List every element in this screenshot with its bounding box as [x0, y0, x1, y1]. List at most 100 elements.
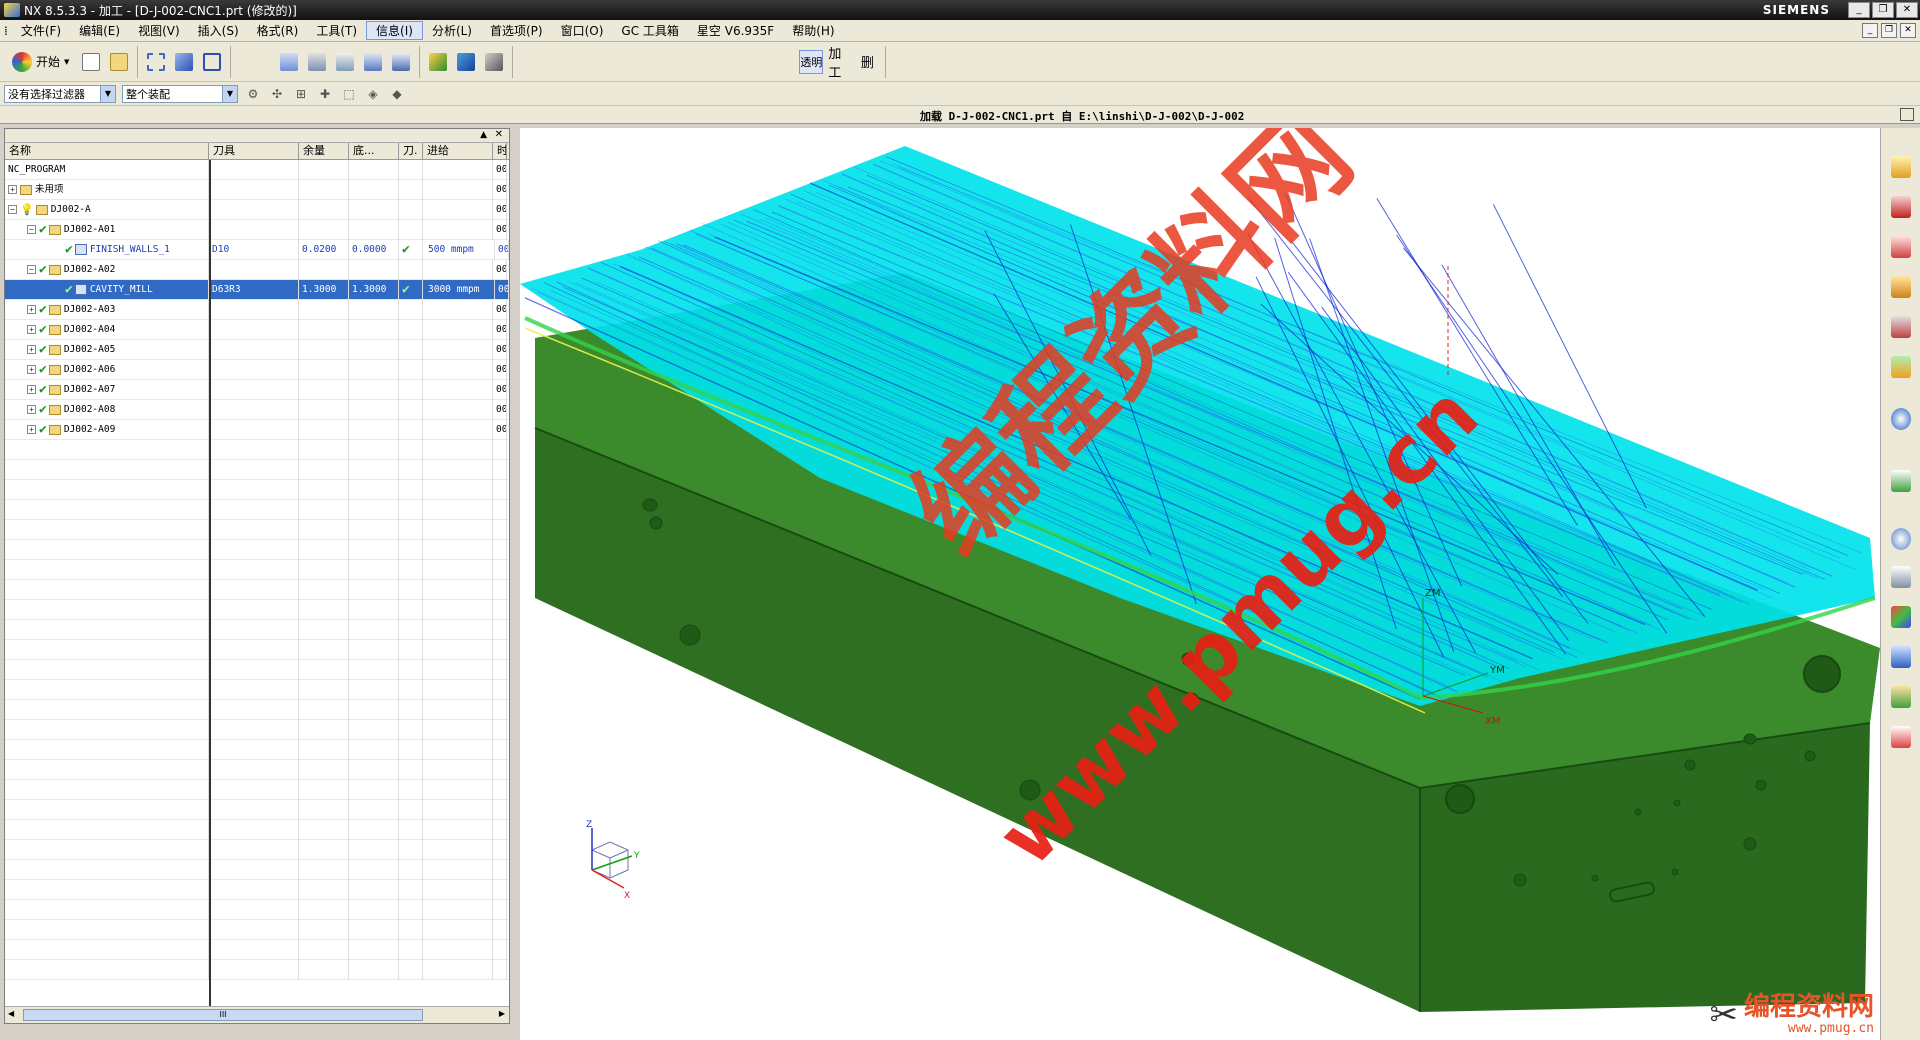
- resource-palette[interactable]: [1889, 564, 1913, 590]
- create-geometry-button[interactable]: [333, 50, 357, 74]
- column-header-time[interactable]: 时: [493, 143, 507, 159]
- scroll-right-icon[interactable]: ▶: [499, 1009, 505, 1018]
- scrollbar-thumb[interactable]: III: [23, 1009, 423, 1021]
- menu-gc-toolkit[interactable]: GC 工具箱: [612, 22, 688, 39]
- shaded-view-button[interactable]: [172, 50, 196, 74]
- expand-icon[interactable]: +: [27, 365, 36, 374]
- menu-view[interactable]: 视图(V): [129, 22, 189, 39]
- resource-part-navigator[interactable]: [1889, 234, 1913, 260]
- doc-minimize-button[interactable]: _: [1862, 23, 1878, 38]
- wireframe-view-button[interactable]: [200, 50, 224, 74]
- collapse-icon[interactable]: −: [27, 265, 36, 274]
- collapse-icon[interactable]: −: [8, 205, 17, 214]
- empty-row: [5, 759, 509, 780]
- expand-icon[interactable]: +: [27, 325, 36, 334]
- column-header-toolpath[interactable]: 刀.: [399, 143, 423, 159]
- delete-button[interactable]: 删: [855, 50, 879, 74]
- table-row[interactable]: + ✔ DJ002-A04 00: [5, 319, 509, 340]
- resource-web-browser[interactable]: [1889, 468, 1913, 494]
- resource-operation-navigator[interactable]: [1889, 154, 1913, 180]
- column-header-stock[interactable]: 余量: [299, 143, 349, 159]
- column-header-tool[interactable]: 刀具: [209, 143, 299, 159]
- rectangle-select-icon[interactable]: ⬚: [340, 85, 358, 103]
- create-method-button[interactable]: [361, 50, 385, 74]
- menu-insert[interactable]: 插入(S): [189, 22, 248, 39]
- expand-icon[interactable]: +: [27, 405, 36, 414]
- menu-format[interactable]: 格式(R): [248, 22, 308, 39]
- resource-process-studio[interactable]: [1889, 644, 1913, 670]
- resource-reuse-library[interactable]: [1889, 314, 1913, 340]
- verify-toolpath-button[interactable]: [454, 50, 478, 74]
- resource-system-materials[interactable]: [1889, 604, 1913, 630]
- table-row[interactable]: − ✔ DJ002-A01 00: [5, 219, 509, 240]
- table-row[interactable]: + ✔ DJ002-A05 00: [5, 339, 509, 360]
- pin-icon[interactable]: ▲: [480, 130, 487, 140]
- menu-tools[interactable]: 工具(T): [307, 22, 366, 39]
- select-face-icon[interactable]: ◈: [364, 85, 382, 103]
- expand-icon[interactable]: +: [27, 345, 36, 354]
- menu-edit[interactable]: 编辑(E): [70, 22, 129, 39]
- resource-assembly-navigator[interactable]: [1889, 274, 1913, 300]
- point-constructor-icon[interactable]: ⊞: [292, 85, 310, 103]
- expand-icon[interactable]: +: [27, 305, 36, 314]
- resource-history[interactable]: [1889, 406, 1913, 432]
- table-row[interactable]: + ✔ DJ002-A09 00: [5, 419, 509, 440]
- menu-xingkong[interactable]: 星空 V6.935F: [688, 22, 783, 39]
- postprocess-button[interactable]: [482, 50, 506, 74]
- resource-manufacturing-wizard[interactable]: [1889, 724, 1913, 750]
- fit-view-button[interactable]: [144, 50, 168, 74]
- doc-close-button[interactable]: ✕: [1900, 23, 1916, 38]
- selection-scope-select[interactable]: 整个装配 ▼: [122, 84, 238, 103]
- machining-button[interactable]: 加工: [827, 47, 851, 81]
- collapse-icon[interactable]: −: [27, 225, 36, 234]
- open-file-button[interactable]: [107, 50, 131, 74]
- graphics-window[interactable]: ZM YM XM Z Y X 编程资料网 www.pmug.cn ✂ 编程资料网…: [520, 128, 1880, 1040]
- create-operation-button[interactable]: [389, 50, 413, 74]
- close-icon[interactable]: ✕: [495, 129, 503, 140]
- table-row[interactable]: + ✔ DJ002-A08 00: [5, 399, 509, 420]
- column-header-name[interactable]: 名称: [5, 143, 209, 159]
- horizontal-scrollbar[interactable]: ◀ III ▶: [5, 1006, 509, 1023]
- column-header-feed[interactable]: 进给: [423, 143, 493, 159]
- column-header-floor[interactable]: 底...: [349, 143, 399, 159]
- status-window-icon[interactable]: [1900, 108, 1914, 121]
- transparent-button[interactable]: 透明: [799, 49, 824, 74]
- expand-icon[interactable]: +: [27, 385, 36, 394]
- close-button[interactable]: ✕: [1896, 2, 1918, 18]
- menu-file[interactable]: 文件(F): [12, 22, 70, 39]
- expand-icon[interactable]: +: [8, 185, 17, 194]
- resource-users[interactable]: [1889, 684, 1913, 710]
- resource-machine-tool[interactable]: [1889, 194, 1913, 220]
- create-program-button[interactable]: [277, 50, 301, 74]
- table-row[interactable]: + ✔ DJ002-A03 00: [5, 299, 509, 320]
- type-filter-select[interactable]: 没有选择过滤器 ▼: [4, 84, 116, 103]
- menu-window[interactable]: 窗口(O): [552, 22, 613, 39]
- table-row[interactable]: NC_PROGRAM 00: [5, 159, 509, 180]
- table-row[interactable]: − 💡 DJ002-A 00: [5, 199, 509, 220]
- table-row[interactable]: − ✔ DJ002-A02 00: [5, 259, 509, 280]
- table-row[interactable]: + ✔ DJ002-A07 00: [5, 379, 509, 400]
- menu-help[interactable]: 帮助(H): [783, 22, 843, 39]
- menu-information[interactable]: 信息(I): [366, 21, 423, 40]
- menu-analysis[interactable]: 分析(L): [423, 22, 481, 39]
- doc-restore-button[interactable]: ❐: [1881, 23, 1897, 38]
- table-row[interactable]: + 未用项 00: [5, 179, 509, 200]
- new-file-button[interactable]: [79, 50, 103, 74]
- snap-point-icon[interactable]: ✣: [268, 85, 286, 103]
- restore-button[interactable]: ❐: [1872, 2, 1894, 18]
- minimize-button[interactable]: _: [1848, 2, 1870, 18]
- expand-icon[interactable]: +: [27, 425, 36, 434]
- resource-clock[interactable]: [1889, 526, 1913, 552]
- start-button[interactable]: 开始 ▼: [6, 50, 75, 74]
- scroll-left-icon[interactable]: ◀: [8, 1009, 14, 1018]
- table-row[interactable]: ✔ FINISH_WALLS_1 D10 0.0200 0.0000 ✔ 500 …: [5, 239, 509, 260]
- resource-roles[interactable]: [1889, 354, 1913, 380]
- table-row-selected[interactable]: ✔ CAVITY_MILL D63R3 1.3000 1.3000 ✔ 3000 …: [5, 279, 509, 300]
- quick-pick-icon[interactable]: ✚: [316, 85, 334, 103]
- select-body-icon[interactable]: ◆: [388, 85, 406, 103]
- create-tool-button[interactable]: [305, 50, 329, 74]
- filter-settings-icon[interactable]: ⚙: [244, 85, 262, 103]
- menu-preferences[interactable]: 首选项(P): [481, 22, 552, 39]
- table-row[interactable]: + ✔ DJ002-A06 00: [5, 359, 509, 380]
- generate-toolpath-button[interactable]: [426, 50, 450, 74]
